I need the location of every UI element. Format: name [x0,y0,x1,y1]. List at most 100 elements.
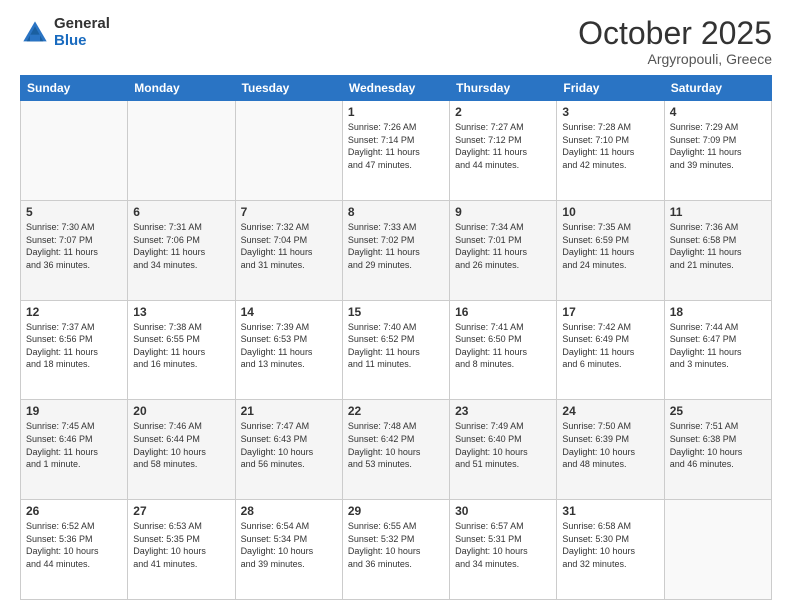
day-info: Sunrise: 7:47 AM Sunset: 6:43 PM Dayligh… [241,420,337,470]
logo-icon [20,18,50,48]
day-number: 17 [562,305,658,319]
col-header-thursday: Thursday [450,76,557,101]
day-info: Sunrise: 7:44 AM Sunset: 6:47 PM Dayligh… [670,321,766,371]
day-info: Sunrise: 7:50 AM Sunset: 6:39 PM Dayligh… [562,420,658,470]
logo: General Blue [20,16,110,49]
day-cell: 17 Sunrise: 7:42 AM Sunset: 6:49 PM Dayli… [557,300,664,400]
day-cell: 28Sunrise: 6:54 AM Sunset: 5:34 PM Dayli… [235,500,342,600]
day-info: Sunrise: 7:35 AM Sunset: 6:59 PM Dayligh… [562,221,658,271]
day-info: Sunrise: 7:41 AM Sunset: 6:50 PM Dayligh… [455,321,551,371]
day-cell [235,101,342,201]
day-info: Sunrise: 6:58 AM Sunset: 5:30 PM Dayligh… [562,520,658,570]
day-number: 19 [26,404,122,418]
day-cell [664,500,771,600]
day-cell: 12 Sunrise: 7:37 AM Sunset: 6:56 PM Dayli… [21,300,128,400]
day-cell: 31 Sunrise: 6:58 AM Sunset: 5:30 PM Dayli… [557,500,664,600]
day-number: 7 [241,205,337,219]
col-header-wednesday: Wednesday [342,76,449,101]
day-cell: 18 Sunrise: 7:44 AM Sunset: 6:47 PM Dayli… [664,300,771,400]
day-cell: 20 Sunrise: 7:46 AM Sunset: 6:44 PM Dayli… [128,400,235,500]
day-cell: 4 Sunrise: 7:29 AM Sunset: 7:09 PM Daylig… [664,101,771,201]
day-info: Sunrise: 7:49 AM Sunset: 6:40 PM Dayligh… [455,420,551,470]
month-title: October 2025 [578,16,772,51]
day-info: Sunrise: 7:31 AM Sunset: 7:06 PM Dayligh… [133,221,229,271]
day-info: Sunrise: 7:34 AM Sunset: 7:01 PM Dayligh… [455,221,551,271]
day-cell: 23 Sunrise: 7:49 AM Sunset: 6:40 PM Dayli… [450,400,557,500]
col-header-saturday: Saturday [664,76,771,101]
day-number: 20 [133,404,229,418]
day-cell: 26 Sunrise: 6:52 AM Sunset: 5:36 PM Dayli… [21,500,128,600]
day-info: Sunrise: 7:42 AM Sunset: 6:49 PM Dayligh… [562,321,658,371]
day-cell: 1 Sunrise: 7:26 AM Sunset: 7:14 PM Daylig… [342,101,449,201]
calendar-table: SundayMondayTuesdayWednesdayThursdayFrid… [20,75,772,600]
day-number: 8 [348,205,444,219]
logo-blue: Blue [54,33,110,50]
day-info: Sunrise: 7:45 AM Sunset: 6:46 PM Dayligh… [26,420,122,470]
day-cell: 2Sunrise: 7:27 AM Sunset: 7:12 PM Daylig… [450,101,557,201]
day-info: Sunrise: 7:37 AM Sunset: 6:56 PM Dayligh… [26,321,122,371]
day-cell: 10Sunrise: 7:35 AM Sunset: 6:59 PM Dayli… [557,200,664,300]
day-cell: 15 Sunrise: 7:40 AM Sunset: 6:52 PM Dayli… [342,300,449,400]
day-number: 16 [455,305,551,319]
day-cell: 27Sunrise: 6:53 AM Sunset: 5:35 PM Dayli… [128,500,235,600]
header: General Blue October 2025 Argyropouli, G… [20,16,772,67]
day-number: 5 [26,205,122,219]
col-header-tuesday: Tuesday [235,76,342,101]
day-info: Sunrise: 7:46 AM Sunset: 6:44 PM Dayligh… [133,420,229,470]
day-cell: 19 Sunrise: 7:45 AM Sunset: 6:46 PM Dayli… [21,400,128,500]
day-number: 26 [26,504,122,518]
day-number: 3 [562,105,658,119]
day-cell: 25 Sunrise: 7:51 AM Sunset: 6:38 PM Dayli… [664,400,771,500]
day-info: Sunrise: 6:55 AM Sunset: 5:32 PM Dayligh… [348,520,444,570]
day-info: Sunrise: 7:38 AM Sunset: 6:55 PM Dayligh… [133,321,229,371]
day-number: 23 [455,404,551,418]
day-cell: 13Sunrise: 7:38 AM Sunset: 6:55 PM Dayli… [128,300,235,400]
day-number: 9 [455,205,551,219]
location-subtitle: Argyropouli, Greece [578,51,772,67]
day-number: 22 [348,404,444,418]
day-cell: 22 Sunrise: 7:48 AM Sunset: 6:42 PM Dayli… [342,400,449,500]
day-cell: 14Sunrise: 7:39 AM Sunset: 6:53 PM Dayli… [235,300,342,400]
day-number: 12 [26,305,122,319]
day-number: 11 [670,205,766,219]
day-number: 4 [670,105,766,119]
header-row: SundayMondayTuesdayWednesdayThursdayFrid… [21,76,772,101]
day-info: Sunrise: 7:28 AM Sunset: 7:10 PM Dayligh… [562,121,658,171]
day-number: 15 [348,305,444,319]
week-row-3: 12 Sunrise: 7:37 AM Sunset: 6:56 PM Dayli… [21,300,772,400]
logo-text: General Blue [54,16,110,49]
day-info: Sunrise: 7:33 AM Sunset: 7:02 PM Dayligh… [348,221,444,271]
col-header-friday: Friday [557,76,664,101]
day-cell [128,101,235,201]
day-number: 1 [348,105,444,119]
day-number: 30 [455,504,551,518]
day-cell: 24 Sunrise: 7:50 AM Sunset: 6:39 PM Dayli… [557,400,664,500]
week-row-2: 5Sunrise: 7:30 AM Sunset: 7:07 PM Daylig… [21,200,772,300]
day-number: 31 [562,504,658,518]
day-info: Sunrise: 7:51 AM Sunset: 6:38 PM Dayligh… [670,420,766,470]
day-cell: 6Sunrise: 7:31 AM Sunset: 7:06 PM Daylig… [128,200,235,300]
day-info: Sunrise: 7:26 AM Sunset: 7:14 PM Dayligh… [348,121,444,171]
day-info: Sunrise: 7:27 AM Sunset: 7:12 PM Dayligh… [455,121,551,171]
day-info: Sunrise: 7:39 AM Sunset: 6:53 PM Dayligh… [241,321,337,371]
day-number: 25 [670,404,766,418]
day-info: Sunrise: 7:40 AM Sunset: 6:52 PM Dayligh… [348,321,444,371]
day-info: Sunrise: 6:57 AM Sunset: 5:31 PM Dayligh… [455,520,551,570]
week-row-4: 19 Sunrise: 7:45 AM Sunset: 6:46 PM Dayli… [21,400,772,500]
day-number: 28 [241,504,337,518]
day-info: Sunrise: 6:52 AM Sunset: 5:36 PM Dayligh… [26,520,122,570]
day-cell: 7Sunrise: 7:32 AM Sunset: 7:04 PM Daylig… [235,200,342,300]
col-header-sunday: Sunday [21,76,128,101]
day-info: Sunrise: 7:48 AM Sunset: 6:42 PM Dayligh… [348,420,444,470]
day-number: 27 [133,504,229,518]
logo-general: General [54,16,110,33]
day-number: 18 [670,305,766,319]
day-number: 24 [562,404,658,418]
day-info: Sunrise: 7:36 AM Sunset: 6:58 PM Dayligh… [670,221,766,271]
day-cell: 9 Sunrise: 7:34 AM Sunset: 7:01 PM Daylig… [450,200,557,300]
day-number: 29 [348,504,444,518]
week-row-5: 26 Sunrise: 6:52 AM Sunset: 5:36 PM Dayli… [21,500,772,600]
day-number: 21 [241,404,337,418]
title-block: October 2025 Argyropouli, Greece [578,16,772,67]
day-info: Sunrise: 7:29 AM Sunset: 7:09 PM Dayligh… [670,121,766,171]
